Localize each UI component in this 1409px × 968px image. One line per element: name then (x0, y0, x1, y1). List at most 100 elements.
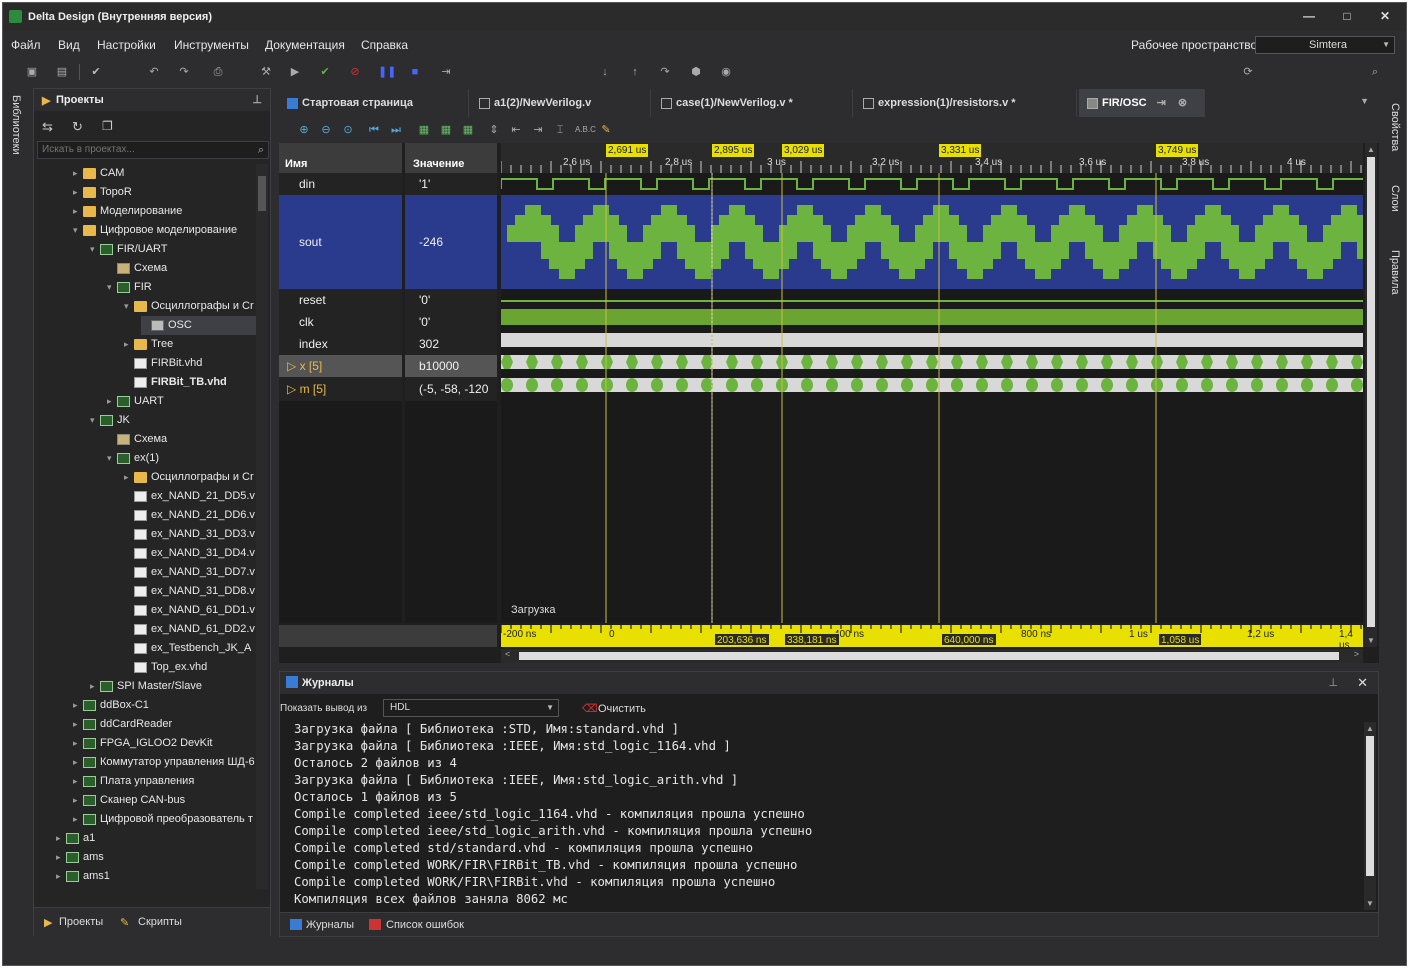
tree-item[interactable]: ▸ Моделирование (73, 202, 256, 221)
rules-side-tab[interactable]: Правила (1389, 250, 1401, 295)
tree-item[interactable]: ▸ Плата управления (73, 772, 256, 791)
pause-icon[interactable]: ❚❚ (378, 65, 396, 79)
tab-scripts[interactable]: Скрипты (138, 916, 182, 928)
expand-arrow-icon[interactable]: ▾ (90, 240, 100, 259)
pin-icon[interactable]: ⊥ (252, 93, 262, 106)
close-button[interactable]: ✕ (1375, 9, 1395, 23)
tree-item[interactable]: ex_NAND_31_DD3.v (124, 525, 256, 544)
signal-name[interactable]: sout (279, 195, 402, 289)
expand-arrow-icon[interactable]: ▸ (73, 810, 83, 829)
menu-view[interactable]: Вид (58, 38, 80, 52)
tree-item[interactable]: Top_ex.vhd (124, 658, 256, 677)
wave-hscrollbar[interactable]: < > (501, 649, 1363, 663)
tab-list-icon[interactable]: ▼ (1360, 96, 1369, 106)
cursor-icon[interactable]: ⇕ (487, 123, 501, 137)
tab-start-page[interactable]: Стартовая страница (279, 89, 469, 117)
signal-name[interactable]: index (279, 333, 402, 355)
layers-side-tab[interactable]: Слои (1389, 185, 1401, 212)
wave-add-icon[interactable]: ▦ (417, 123, 431, 137)
tree-item[interactable]: ▾ JK (90, 411, 256, 430)
close-icon[interactable]: ✕ (1357, 675, 1368, 691)
scroll-down-icon[interactable]: ▼ (1366, 899, 1374, 908)
signal-name[interactable]: reset (279, 289, 402, 311)
chip-icon[interactable]: ◉ (719, 65, 733, 79)
tree-item[interactable]: ▾ FIR (107, 278, 256, 297)
menu-help[interactable]: Справка (361, 38, 408, 52)
expand-arrow-icon[interactable]: ▾ (90, 411, 100, 430)
libraries-side-tab[interactable]: Библиотеки (10, 95, 22, 155)
wave-group-icon[interactable]: ▦ (461, 123, 475, 137)
close-tab-icon[interactable]: ⊗ (1178, 97, 1187, 109)
tree-item[interactable]: ▸ CAM (73, 164, 256, 183)
save-icon[interactable]: ▣ (25, 65, 39, 79)
tree-item[interactable]: ex_NAND_21_DD6.v (124, 506, 256, 525)
tab-journals[interactable]: Журналы (306, 919, 354, 931)
zoom-in-icon[interactable]: ⊕ (297, 123, 311, 137)
scroll-up-icon[interactable]: ▲ (1366, 724, 1374, 733)
tree-item[interactable]: ▾ ex(1) (107, 449, 256, 468)
tab-fir-osc[interactable]: FIR/OSC ⇥ ⊗ (1079, 89, 1205, 117)
expand-arrow-icon[interactable]: ▸ (56, 848, 66, 867)
tab-case-verilog[interactable]: case(1)/NewVerilog.v * (653, 89, 853, 117)
expand-arrow-icon[interactable]: ▸ (73, 772, 83, 791)
play-icon[interactable]: ▶ (288, 65, 302, 79)
tree-scrollbar[interactable] (256, 164, 268, 889)
prev-edge-icon[interactable]: ⇤ (509, 123, 523, 137)
compile-ok-icon[interactable]: ✔ (318, 65, 332, 79)
expand-arrow-icon[interactable]: ▾ (107, 449, 117, 468)
tree-item[interactable]: ▾ FIR/UART (90, 240, 256, 259)
expand-arrow-icon[interactable]: ▸ (73, 715, 83, 734)
tree-item[interactable]: ex_Testbench_JK_A (124, 639, 256, 658)
cursor-time-label[interactable]: 3,749 us (1156, 144, 1199, 157)
expand-arrow-icon[interactable]: ▸ (56, 829, 66, 848)
expand-arrow-icon[interactable]: ▸ (124, 468, 134, 487)
tree-item[interactable]: ▸ Цифровой преобразователь т (73, 810, 256, 829)
step-into-icon[interactable]: ↓ (598, 65, 612, 79)
check-icon[interactable]: ✔ (89, 65, 103, 79)
tree-item[interactable]: ▸ Tree (124, 335, 256, 354)
pin-icon[interactable]: ⇥ (1157, 97, 1166, 109)
step-over-icon[interactable]: ↷ (658, 65, 672, 79)
stop-sim-icon[interactable]: ⊘ (348, 65, 362, 79)
tree-item[interactable]: Схема (107, 259, 256, 278)
minimize-button[interactable]: — (1299, 9, 1319, 23)
workspace-select[interactable]: Simtera ▼ (1255, 36, 1395, 54)
tree-item[interactable]: ▾ Осциллографы и Cr (124, 297, 256, 316)
properties-side-tab[interactable]: Свойства (1389, 103, 1401, 151)
log-scrollbar[interactable]: ▲ ▼ (1364, 722, 1376, 910)
save-all-icon[interactable]: ▤ (55, 65, 69, 79)
expand-arrow-icon[interactable]: ▸ (73, 183, 83, 202)
tree-item[interactable]: FIRBit.vhd (124, 354, 256, 373)
expand-arrow-icon[interactable]: ▸ (73, 164, 83, 183)
pin-icon[interactable]: ⊥ (1328, 676, 1338, 689)
cursor-time-label[interactable]: 3,029 us (782, 144, 825, 157)
waveform-canvas[interactable] (501, 173, 1363, 623)
expand-arrow-icon[interactable]: ▾ (124, 297, 134, 316)
scroll-left-icon[interactable]: < (505, 649, 510, 659)
tree-item[interactable]: ▸ a1 (56, 829, 256, 848)
step-out-icon[interactable]: ↑ (628, 65, 642, 79)
refresh-tree-icon[interactable]: ↻ (72, 119, 83, 135)
tree-item[interactable]: ▸ ddCardReader (73, 715, 256, 734)
expand-arrow-icon[interactable]: ▸ (73, 753, 83, 772)
maximize-button[interactable]: □ (1337, 9, 1357, 23)
tree-item[interactable]: Схема (107, 430, 256, 449)
scroll-up-icon[interactable]: ▲ (1367, 145, 1375, 154)
tree-item[interactable]: ▸ UART (107, 392, 256, 411)
tree-item[interactable]: ▸ ams (56, 848, 256, 867)
clear-button[interactable]: Очистить (598, 703, 646, 715)
tree-item[interactable]: OSC (141, 316, 256, 335)
tab-expression-verilog[interactable]: expression(1)/resistors.v * (855, 89, 1077, 117)
menu-file[interactable]: Файл (11, 38, 41, 52)
tree-item[interactable]: ▸ Сканер CAN-bus (73, 791, 256, 810)
zoom-icon[interactable]: ⌕ (1368, 65, 1382, 79)
tree-item[interactable]: ex_NAND_31_DD7.v (124, 563, 256, 582)
expand-arrow-icon[interactable]: ▸ (107, 392, 117, 411)
next-edge-icon[interactable]: ⇥ (531, 123, 545, 137)
expand-arrow-icon[interactable]: ▷ (287, 382, 300, 396)
scroll-down-icon[interactable]: ▼ (1367, 636, 1375, 645)
refresh-icon[interactable]: ⟳ (1241, 65, 1255, 79)
expand-arrow-icon[interactable]: ▸ (56, 867, 66, 886)
print-icon[interactable]: ⎙ (211, 65, 225, 79)
expand-arrow-icon[interactable]: ▾ (73, 221, 83, 240)
